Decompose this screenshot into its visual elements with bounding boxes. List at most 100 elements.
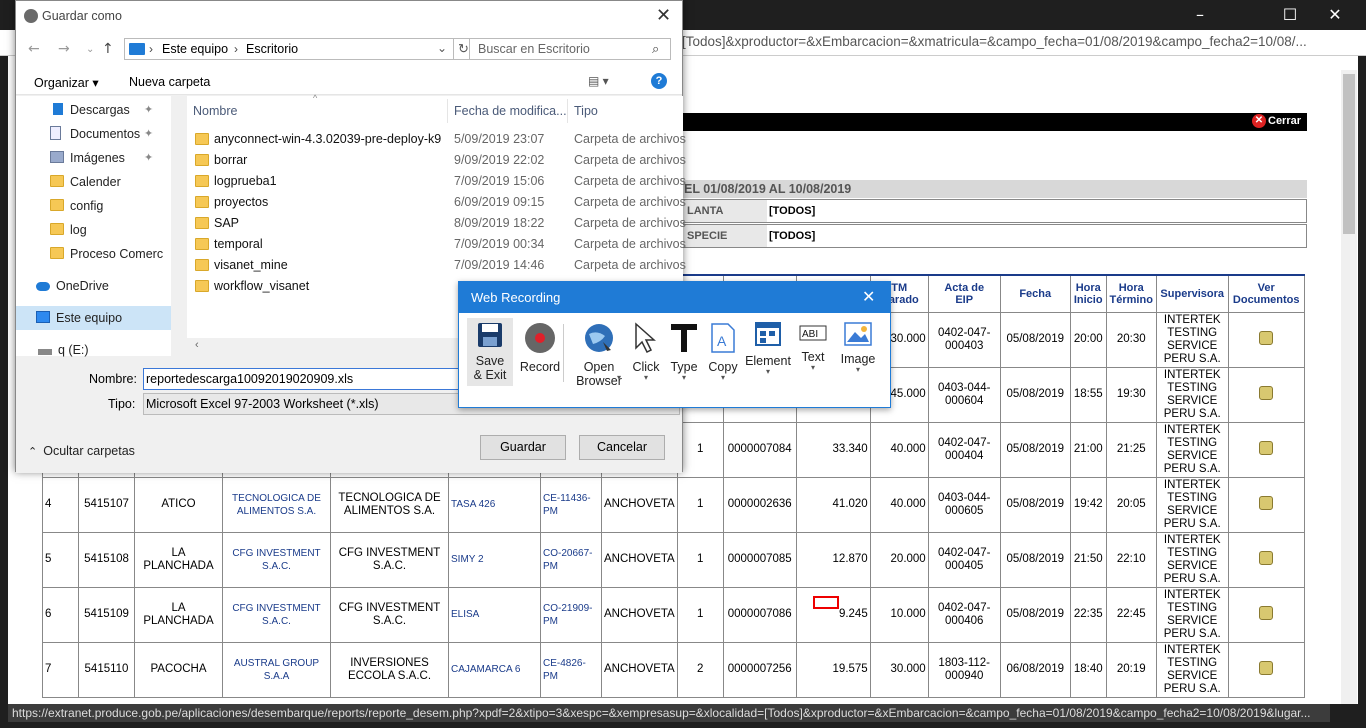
back-arrow-icon[interactable]: ←	[28, 41, 40, 57]
element-grid-icon	[743, 322, 793, 348]
file-row[interactable]: anyconnect-win-4.3.02039-pre-deploy-k9 5/…	[187, 129, 686, 150]
cell-lugar: ATICO	[134, 476, 223, 533]
close-icon[interactable]: ✕	[862, 287, 875, 306]
scroll-left-icon[interactable]: ‹	[195, 339, 199, 351]
cerrar-link[interactable]: ✕ Cerrar	[1252, 114, 1301, 128]
view-options-icon[interactable]: ▤ ▾	[588, 74, 609, 88]
document-icon[interactable]	[1259, 440, 1274, 455]
search-input[interactable]: Buscar en Escritorio ⌕	[469, 38, 671, 60]
cell-sup: INTERTEK TESTING SERVICE PERU S.A.	[1155, 476, 1229, 533]
cell-acta: 0402-047-000406	[927, 586, 1001, 643]
filter-value: [TODOS]	[769, 230, 816, 242]
close-icon[interactable]: ✕	[656, 5, 671, 26]
recorder-button-label: Record	[519, 360, 561, 374]
document-icon[interactable]	[1259, 330, 1274, 345]
cancelar-button[interactable]: Cancelar	[579, 435, 665, 460]
maximize-icon[interactable]: ☐	[1270, 4, 1310, 26]
cell-num: 0000007085	[722, 531, 797, 588]
recorder-save-exit-button[interactable]: Save & Exit	[467, 318, 513, 386]
ocultar-carpetas-button[interactable]: ⌃ Ocultar carpetas	[28, 444, 135, 458]
cell-hi: 21:00	[1069, 421, 1107, 478]
file-row[interactable]: logprueba1 7/09/2019 15:06 Carpeta de arch…	[187, 171, 686, 192]
recorder-copy-button[interactable]: A Copy ▾	[703, 322, 743, 390]
document-icon[interactable]	[1259, 605, 1274, 620]
breadcrumb[interactable]: › Este equipo › Escritorio ⌄	[124, 38, 454, 60]
recorder-record-button[interactable]: Record	[513, 322, 567, 390]
recorder-image-button[interactable]: Image ▾	[833, 322, 883, 390]
nav-item-calender[interactable]: Calender	[16, 170, 171, 194]
recent-chevron-icon[interactable]: ⌄	[86, 44, 94, 55]
dropdown-caret-icon[interactable]: ▾	[833, 366, 883, 374]
nav-item-este-equipo[interactable]: Este equipo	[16, 306, 171, 330]
recorder-open-browser-button[interactable]: Open Browser ▾	[571, 322, 627, 390]
file-row[interactable]: temporal 7/09/2019 00:34 Carpeta de archiv…	[187, 234, 686, 255]
pin-icon[interactable]: ✦	[144, 122, 153, 146]
recorder-type-button[interactable]: Type ▾	[665, 322, 703, 390]
cell-viaje: 2	[676, 641, 724, 698]
table-row: 6 5415109 LA PLANCHADA CFG INVESTMENT S.A.C…	[42, 586, 1305, 643]
document-icon[interactable]	[1259, 385, 1274, 400]
nav-item-proceso-comerc[interactable]: Proceso Comerc	[16, 242, 171, 266]
col-supervisora: Supervisora	[1155, 274, 1229, 313]
dropdown-caret-icon[interactable]: ▾	[793, 364, 833, 372]
guardar-button[interactable]: Guardar	[480, 435, 566, 460]
search-placeholder: Buscar en Escritorio	[478, 42, 590, 56]
dropdown-caret-icon[interactable]: ▾	[743, 368, 793, 376]
document-icon[interactable]	[1259, 495, 1274, 510]
breadcrumb-escritorio[interactable]: Escritorio	[246, 42, 298, 56]
nav-item-label: Este equipo	[56, 311, 123, 325]
col-header-nombre[interactable]: Nombre	[193, 104, 237, 118]
file-row[interactable]: SAP 8/09/2019 18:22 Carpeta de archivos	[187, 213, 686, 234]
nav-item-label: Imágenes	[70, 151, 125, 165]
organizar-button[interactable]: Organizar ▾	[34, 75, 99, 90]
col-ver-documentos: Ver Documentos	[1227, 274, 1305, 313]
nav-item-log[interactable]: log	[16, 218, 171, 242]
dropdown-caret-icon[interactable]: ▾	[617, 374, 621, 382]
dropdown-caret-icon[interactable]: ▾	[703, 374, 743, 382]
breadcrumb-este-equipo[interactable]: Este equipo	[162, 42, 228, 56]
up-arrow-icon[interactable]: ↑	[102, 41, 114, 57]
nueva-carpeta-button[interactable]: Nueva carpeta	[129, 75, 210, 89]
cell-especie: ANCHOVETA	[601, 641, 678, 698]
col-header-fecha[interactable]: Fecha de modifica...	[454, 104, 567, 118]
pin-icon[interactable]: ✦	[144, 98, 153, 122]
close-window-icon[interactable]: ✕	[1315, 4, 1355, 26]
file-row[interactable]: proyectos 6/09/2019 09:15 Carpeta de archi…	[187, 192, 686, 213]
dropdown-caret-icon[interactable]: ▾	[627, 374, 665, 382]
page-scrollbar-thumb[interactable]	[1343, 74, 1355, 234]
pin-icon[interactable]: ✦	[144, 146, 153, 170]
nav-item-documentos[interactable]: Documentos ✦	[16, 122, 171, 146]
file-name: SAP	[214, 216, 240, 230]
cell-empresa: AUSTRAL GROUP S.A.A	[222, 641, 331, 698]
filter-label: LANTA	[683, 200, 767, 222]
nav-scrollbar[interactable]	[171, 96, 187, 356]
recorder-text-button[interactable]: ABI Text ▾	[793, 322, 833, 390]
cell-empresa: CFG INVESTMENT S.A.C.	[222, 531, 331, 588]
help-icon[interactable]: ?	[651, 73, 667, 89]
folder-icon	[50, 175, 64, 187]
table-row: 5 5415108 LA PLANCHADA CFG INVESTMENT S.A.C…	[42, 531, 1305, 588]
minimize-icon[interactable]: –	[1180, 4, 1220, 26]
cell-lugar: LA PLANCHADA	[134, 586, 223, 643]
cursor-icon	[627, 322, 665, 354]
file-type: Carpeta de archivos	[574, 258, 686, 272]
nav-item-onedrive[interactable]: OneDrive	[16, 274, 171, 298]
cell-tm-desc: 12.870	[795, 531, 871, 588]
col-hora-termino: Hora Término	[1105, 274, 1157, 313]
computer-icon	[129, 43, 145, 55]
chevron-down-icon[interactable]: ⌄	[437, 41, 447, 55]
document-icon[interactable]	[1259, 550, 1274, 565]
document-icon[interactable]	[1259, 660, 1274, 675]
recorder-click-button[interactable]: Click ▾	[627, 322, 665, 390]
dropdown-caret-icon[interactable]: ▾	[665, 374, 703, 382]
col-header-tipo[interactable]: Tipo	[574, 104, 598, 118]
cell-ver-documentos	[1227, 641, 1305, 698]
nav-item-config[interactable]: config	[16, 194, 171, 218]
forward-arrow-icon[interactable]: →	[58, 41, 70, 57]
file-row[interactable]: borrar 9/09/2019 22:02 Carpeta de archivos	[187, 150, 686, 171]
file-row[interactable]: visanet_mine 7/09/2019 14:46 Carpeta de ar…	[187, 255, 686, 276]
nav-item-descargas[interactable]: Descargas ✦	[16, 98, 171, 122]
nav-item-im-genes[interactable]: Imágenes ✦	[16, 146, 171, 170]
recorder-element-button[interactable]: Element ▾	[743, 322, 793, 390]
url-text[interactable]: [Todos]&xproductor=&xEmbarcacion=&xmatri…	[682, 34, 1342, 52]
